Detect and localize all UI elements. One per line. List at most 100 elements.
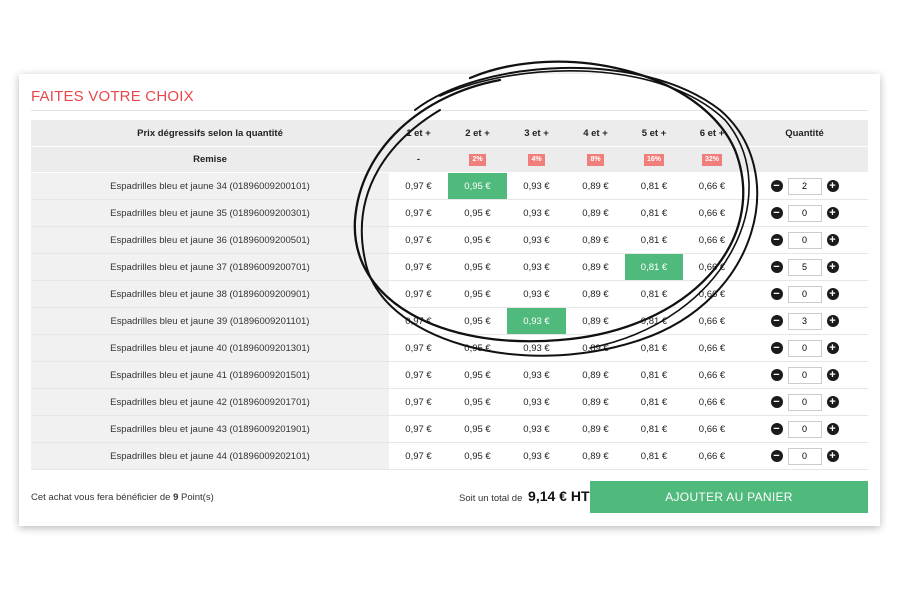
product-row: Espadrilles bleu et jaune 36 (0189600920… (31, 226, 868, 254)
price-cell: 0,95 € (448, 388, 507, 416)
price-cell: 0,81 € (625, 442, 683, 470)
price-cell: 0,93 € (507, 172, 566, 200)
price-cell: 0,66 € (683, 361, 741, 389)
minus-circle-icon[interactable]: − (770, 450, 783, 462)
header-price-label: Prix dégressifs selon la quantité (31, 120, 389, 147)
add-to-cart-button[interactable]: AJOUTER AU PANIER (590, 481, 868, 513)
quantity-input[interactable] (787, 420, 822, 438)
plus-circle-icon[interactable]: + (826, 180, 839, 192)
price-cell: 0,89 € (566, 199, 625, 227)
plus-circle-icon[interactable]: + (826, 261, 839, 273)
remise-value: - (389, 146, 448, 173)
product-row: Espadrilles bleu et jaune 38 (0189600920… (31, 280, 868, 308)
product-row: Espadrilles bleu et jaune 37 (0189600920… (31, 253, 868, 281)
quantity-input[interactable] (787, 447, 822, 465)
quantity-cell: −+ (741, 172, 868, 200)
product-row: Espadrilles bleu et jaune 41 (0189600920… (31, 361, 868, 389)
minus-circle-icon[interactable]: − (770, 396, 783, 408)
product-row: Espadrilles bleu et jaune 43 (0189600920… (31, 415, 868, 443)
quantity-input[interactable] (787, 366, 822, 384)
price-cell-selected: 0,81 € (625, 253, 683, 281)
price-cell: 0,66 € (683, 334, 741, 362)
price-cell: 0,97 € (389, 442, 448, 470)
price-cell: 0,95 € (448, 199, 507, 227)
product-name: Espadrilles bleu et jaune 41 (0189600920… (31, 361, 389, 389)
quantity-cell: −+ (741, 361, 868, 389)
points-suffix: Point(s) (178, 492, 214, 503)
price-cell: 0,95 € (448, 334, 507, 362)
price-cell: 0,89 € (566, 307, 625, 335)
minus-circle-icon[interactable]: − (770, 207, 783, 219)
product-row: Espadrilles bleu et jaune 44 (0189600920… (31, 442, 868, 470)
quantity-stepper: −+ (741, 177, 868, 195)
quantity-stepper: −+ (741, 258, 868, 276)
minus-circle-icon[interactable]: − (770, 423, 783, 435)
price-cell: 0,81 € (625, 334, 683, 362)
price-cell: 0,97 € (389, 388, 448, 416)
quantity-input[interactable] (787, 204, 822, 222)
price-cell: 0,81 € (625, 280, 683, 308)
quantity-stepper: −+ (741, 339, 868, 357)
plus-circle-icon[interactable]: + (826, 369, 839, 381)
price-cell: 0,95 € (448, 253, 507, 281)
product-row: Espadrilles bleu et jaune 34 (0189600920… (31, 172, 868, 200)
quantity-header: Quantité (741, 120, 868, 147)
price-cell: 0,93 € (507, 226, 566, 254)
minus-circle-icon[interactable]: − (770, 315, 783, 327)
points-prefix: Cet achat vous fera bénéficier de (31, 492, 174, 503)
plus-circle-icon[interactable]: + (826, 396, 839, 408)
price-cell: 0,66 € (683, 172, 741, 200)
product-choice-panel: FAITES VOTRE CHOIX Prix dégressifs selon… (19, 74, 880, 526)
quantity-input[interactable] (787, 285, 822, 303)
product-name: Espadrilles bleu et jaune 34 (0189600920… (31, 172, 389, 200)
tier-header: 4 et + (566, 120, 625, 147)
quantity-stepper: −+ (741, 231, 868, 249)
order-total: Soit un total de 9,14 € HT (459, 488, 590, 504)
quantity-input[interactable] (787, 393, 822, 411)
quantity-cell: −+ (741, 307, 868, 335)
remise-empty (741, 146, 868, 173)
tier-header: 5 et + (625, 120, 683, 147)
quantity-stepper: −+ (741, 393, 868, 411)
quantity-input[interactable] (787, 339, 822, 357)
plus-circle-icon[interactable]: + (826, 450, 839, 462)
minus-circle-icon[interactable]: − (770, 369, 783, 381)
quantity-cell: −+ (741, 442, 868, 470)
price-cell: 0,93 € (507, 334, 566, 362)
table-header-row: Prix dégressifs selon la quantité 1 et +… (31, 120, 868, 147)
minus-circle-icon[interactable]: − (770, 342, 783, 354)
discount-badge: 8% (587, 154, 604, 166)
quantity-cell: −+ (741, 388, 868, 416)
price-cell: 0,89 € (566, 334, 625, 362)
quantity-cell: −+ (741, 226, 868, 254)
section-title: FAITES VOTRE CHOIX (31, 88, 194, 105)
quantity-input[interactable] (787, 312, 822, 330)
price-cell: 0,93 € (507, 388, 566, 416)
quantity-stepper: −+ (741, 312, 868, 330)
quantity-input[interactable] (787, 258, 822, 276)
price-cell-selected: 0,93 € (507, 307, 566, 335)
minus-circle-icon[interactable]: − (770, 288, 783, 300)
product-name: Espadrilles bleu et jaune 35 (0189600920… (31, 199, 389, 227)
minus-circle-icon[interactable]: − (770, 234, 783, 246)
loyalty-points-text: Cet achat vous fera bénéficier de 9 Poin… (31, 492, 214, 503)
tier-header: 2 et + (448, 120, 507, 147)
total-amount: 9,14 € HT (528, 488, 590, 504)
plus-circle-icon[interactable]: + (826, 423, 839, 435)
remise-label: Remise (31, 146, 389, 173)
price-cell: 0,89 € (566, 226, 625, 254)
plus-circle-icon[interactable]: + (826, 342, 839, 354)
remise-row: Remise - 2% 4% 8% 16% 32% (31, 146, 868, 173)
minus-circle-icon[interactable]: − (770, 180, 783, 192)
plus-circle-icon[interactable]: + (826, 207, 839, 219)
quantity-input[interactable] (787, 231, 822, 249)
discount-badge: 16% (643, 154, 664, 166)
price-cell: 0,81 € (625, 226, 683, 254)
plus-circle-icon[interactable]: + (826, 288, 839, 300)
plus-circle-icon[interactable]: + (826, 234, 839, 246)
price-cell: 0,66 € (683, 442, 741, 470)
price-cell: 0,81 € (625, 172, 683, 200)
plus-circle-icon[interactable]: + (826, 315, 839, 327)
minus-circle-icon[interactable]: − (770, 261, 783, 273)
quantity-input[interactable] (787, 177, 822, 195)
